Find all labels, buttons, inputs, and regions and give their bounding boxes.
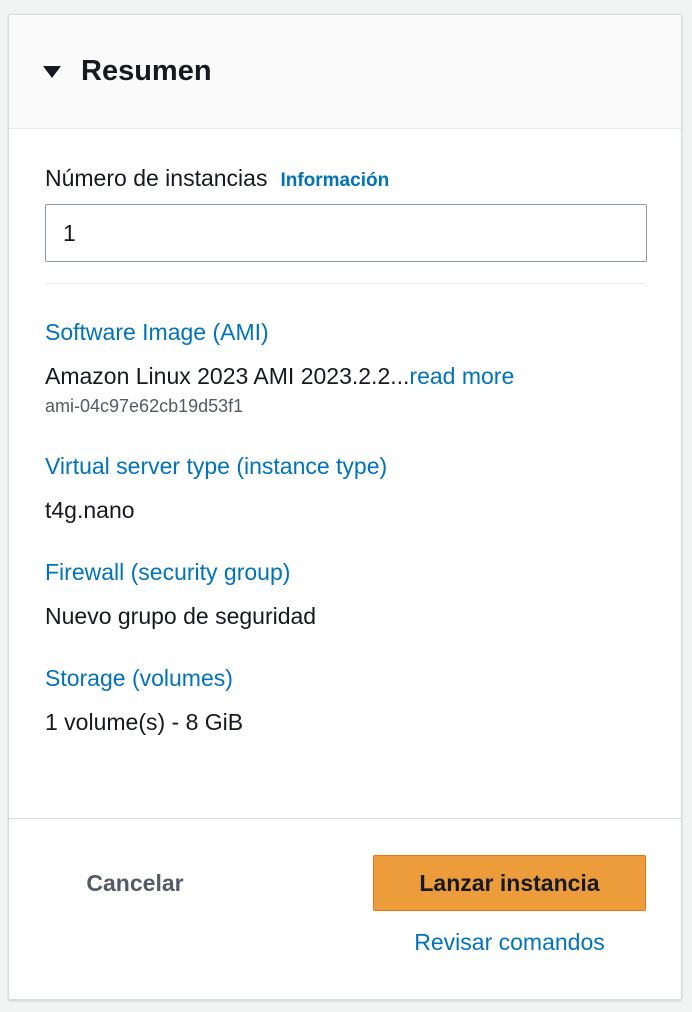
summary-panel: Resumen Número de instancias Información…	[8, 14, 682, 1000]
firewall-title-link[interactable]: Firewall (security group)	[45, 558, 290, 586]
ami-id: ami-04c97e62cb19d53f1	[45, 396, 244, 416]
instance-type-title-link[interactable]: Virtual server type (instance type)	[45, 452, 387, 480]
summary-panel-header[interactable]: Resumen	[9, 15, 681, 129]
divider	[45, 283, 645, 284]
ami-summary: Software Image (AMI) Amazon Linux 2023 A…	[45, 318, 645, 418]
ami-name: Amazon Linux 2023 AMI 2023.2.2...	[45, 363, 410, 389]
panel-title: Resumen	[81, 55, 212, 87]
footer-divider	[9, 818, 681, 819]
instances-label-row: Número de instancias Información	[45, 165, 645, 192]
firewall-summary: Firewall (security group) Nuevo grupo de…	[45, 558, 645, 630]
instances-label: Número de instancias	[45, 165, 268, 191]
info-link[interactable]: Información	[280, 170, 389, 192]
instance-type-summary: Virtual server type (instance type) t4g.…	[45, 452, 645, 524]
summary-body: Número de instancias Información Softwar…	[9, 165, 681, 736]
cancel-button[interactable]: Cancelar	[45, 855, 225, 911]
instances-count-input[interactable]	[45, 204, 647, 262]
instance-type-value: t4g.nano	[45, 497, 135, 523]
launch-instance-button[interactable]: Lanzar instancia	[373, 855, 646, 911]
storage-summary: Storage (volumes) 1 volume(s) - 8 GiB	[45, 664, 645, 736]
ami-title-link[interactable]: Software Image (AMI)	[45, 318, 269, 346]
storage-title-link[interactable]: Storage (volumes)	[45, 664, 233, 692]
read-more-link[interactable]: read more	[409, 363, 514, 389]
storage-value: 1 volume(s) - 8 GiB	[45, 709, 244, 735]
caret-down-icon[interactable]	[43, 65, 61, 78]
firewall-value: Nuevo grupo de seguridad	[45, 603, 317, 629]
ami-value: Amazon Linux 2023 AMI 2023.2.2...read mo…	[45, 362, 645, 390]
review-commands-link[interactable]: Revisar comandos	[373, 929, 646, 956]
